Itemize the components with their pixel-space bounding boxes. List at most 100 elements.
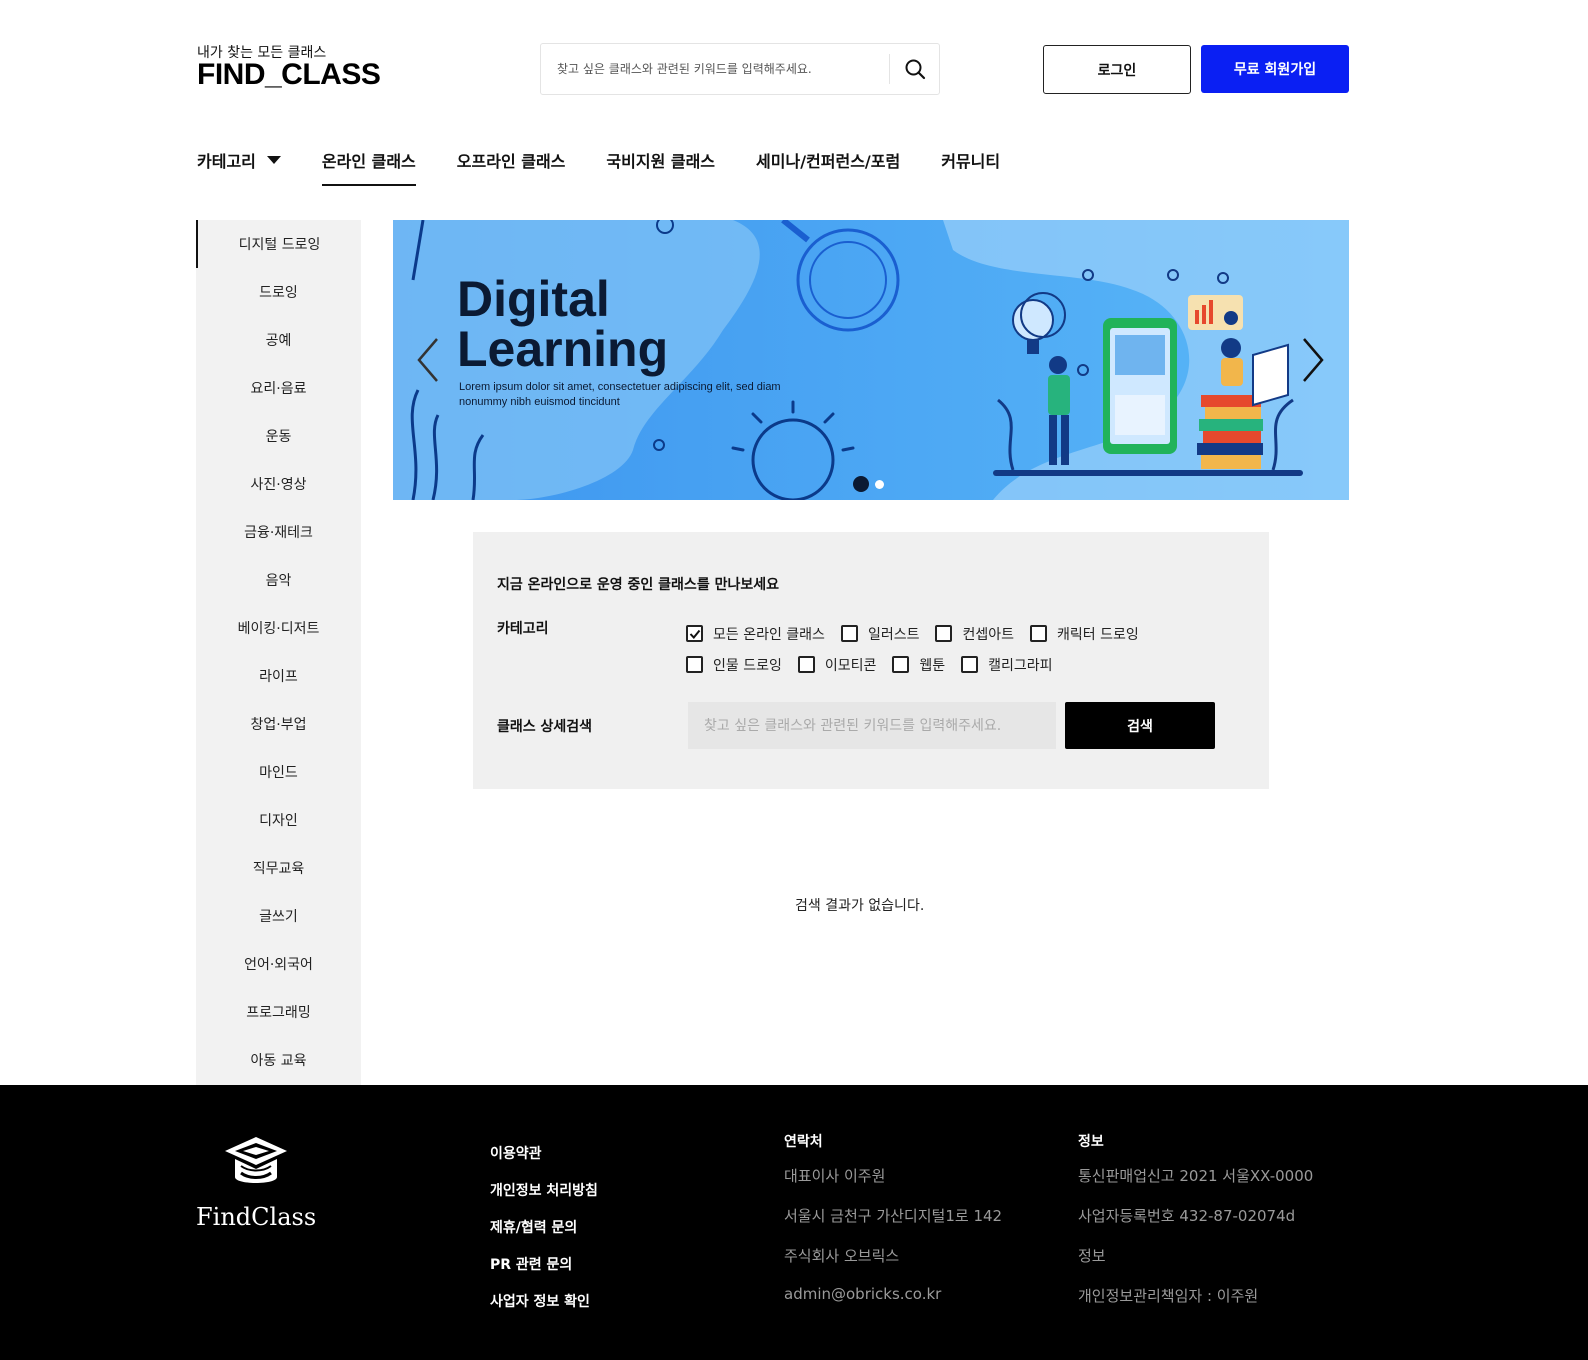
checkbox-unchecked[interactable]: [961, 656, 979, 673]
footer-contact-item: 대표이사 이주원: [784, 1167, 886, 1185]
footer-link-privacy[interactable]: 개인정보 처리방침: [490, 1180, 598, 1217]
login-button[interactable]: 로그인: [1043, 45, 1191, 94]
banner-title-line2: Learning: [457, 321, 669, 377]
chevron-left-icon: [417, 338, 438, 382]
hero-banner: Digital Learning Lorem ipsum dolor sit a…: [393, 220, 1349, 500]
banner-pagination: [853, 476, 890, 492]
checkbox-portrait-drawing[interactable]: 인물 드로잉: [686, 655, 782, 675]
detail-search-label: 클래스 상세검색: [497, 719, 593, 735]
signup-button[interactable]: 무료 회원가입: [1201, 45, 1349, 93]
footer-contact-item: 주식회사 오브릭스: [784, 1247, 900, 1265]
checkbox-calligraphy[interactable]: 캘리그라피: [961, 655, 1053, 675]
caret-down-icon: [266, 156, 281, 164]
sidebar-item-cooking[interactable]: 요리·음료: [196, 364, 361, 412]
sidebar-item-life[interactable]: 라이프: [196, 652, 361, 700]
footer-contact-email[interactable]: admin@obricks.co.kr: [784, 1285, 1002, 1325]
footer-link-pr[interactable]: PR 관련 문의: [490, 1254, 598, 1291]
checkbox-label: 모든 온라인 클래스: [713, 626, 825, 643]
sidebar-item-kids[interactable]: 아동 교육: [196, 1036, 361, 1084]
sidebar-item-language[interactable]: 언어·외국어: [196, 940, 361, 988]
empty-results-message: 검색 결과가 없습니다.: [795, 898, 925, 914]
checkbox-illustration[interactable]: 일러스트: [840, 624, 920, 644]
footer-logo[interactable]: FindClass: [196, 1133, 316, 1231]
detail-search-button[interactable]: 검색: [1065, 702, 1215, 749]
checkbox-unchecked[interactable]: [1030, 625, 1048, 642]
footer-info-item: 사업자등록번호 432-87-02074d: [1078, 1207, 1296, 1225]
nav-category-label: 카테고리: [197, 152, 256, 171]
sidebar-item-music[interactable]: 음악: [196, 556, 361, 604]
sidebar-item-programming[interactable]: 프로그래밍: [196, 988, 361, 1036]
footer-link-terms[interactable]: 이용약관: [490, 1143, 598, 1180]
footer-link-partnership[interactable]: 제휴/협력 문의: [490, 1217, 598, 1254]
search-icon: [905, 59, 926, 80]
site-footer: FindClass 이용약관 개인정보 처리방침 제휴/협력 문의 PR 관련 …: [0, 1085, 1588, 1360]
banner-prev-button[interactable]: [413, 335, 443, 385]
checkbox-webtoon[interactable]: 웹툰: [892, 655, 945, 675]
category-checkboxes: 모든 온라인 클래스 일러스트 컨셉아트 캐릭터 드로잉 인물 드로잉 이모티콘…: [686, 618, 1206, 680]
header-search-input[interactable]: [541, 44, 887, 94]
sidebar-item-finance[interactable]: 금융·재테크: [196, 508, 361, 556]
nav-seminar[interactable]: 세미나/컨퍼런스/포럼: [756, 148, 900, 184]
sidebar-item-digital-drawing[interactable]: 디지털 드로잉: [196, 220, 361, 268]
footer-info: 정보 통신판매업신고 2021 서울XX-0000 사업자등록번호 432-87…: [1078, 1131, 1313, 1325]
banner-next-button[interactable]: [1298, 335, 1328, 385]
footer-contact-title: 연락처: [784, 1134, 823, 1150]
footer-contact-item: 서울시 금천구 가산디지털1로 142: [784, 1207, 1003, 1225]
sidebar-item-craft[interactable]: 공예: [196, 316, 361, 364]
checkbox-label: 컨셉아트: [962, 626, 1015, 643]
checkbox-unchecked[interactable]: [797, 656, 815, 673]
detail-search-input[interactable]: [688, 702, 1056, 749]
header-search-button[interactable]: [891, 44, 939, 94]
checkbox-label: 캐릭터 드로잉: [1057, 626, 1139, 643]
footer-contact: 연락처 대표이사 이주원 서울시 금천구 가산디지털1로 142 주식회사 오브…: [784, 1131, 1002, 1325]
nav-community[interactable]: 커뮤니티: [941, 148, 1000, 184]
checkbox-label: 인물 드로잉: [713, 657, 782, 674]
banner-description: Lorem ipsum dolor sit amet, consectetuer…: [459, 381, 781, 408]
checkbox-label: 캘리그라피: [988, 657, 1053, 674]
category-sidebar: 디지털 드로잉 드로잉 공예 요리·음료 운동 사진·영상 금융·재테크 음악 …: [196, 220, 361, 1085]
sidebar-item-mind[interactable]: 마인드: [196, 748, 361, 796]
sidebar-item-exercise[interactable]: 운동: [196, 412, 361, 460]
site-header: 내가 찾는 모든 클래스 FIND_CLASS 로그인 무료 회원가입: [0, 0, 1588, 120]
site-logo[interactable]: FIND_CLASS: [197, 58, 381, 92]
graduation-cap-icon: [225, 1137, 287, 1183]
banner-dot-1[interactable]: [853, 476, 869, 492]
checkbox-all-online[interactable]: 모든 온라인 클래스: [686, 624, 825, 644]
nav-online-class[interactable]: 온라인 클래스: [321, 148, 416, 186]
sidebar-item-startup[interactable]: 창업·부업: [196, 700, 361, 748]
filter-category-label: 카테고리: [497, 621, 549, 637]
checkbox-unchecked[interactable]: [892, 656, 910, 673]
nav-government-class[interactable]: 국비지원 클래스: [606, 148, 715, 184]
main-nav: 카테고리 온라인 클래스 오프라인 클래스 국비지원 클래스 세미나/컨퍼런스/…: [197, 148, 1041, 188]
checkbox-row: 인물 드로잉 이모티콘 웹툰 캘리그라피: [686, 649, 1206, 680]
sidebar-item-writing[interactable]: 글쓰기: [196, 892, 361, 940]
filter-title: 지금 온라인으로 운영 중인 클래스를 만나보세요: [497, 577, 779, 593]
banner-dot-2[interactable]: [875, 479, 884, 489]
checkbox-unchecked[interactable]: [840, 625, 858, 642]
footer-links: 이용약관 개인정보 처리방침 제휴/협력 문의 PR 관련 문의 사업자 정보 …: [490, 1143, 598, 1328]
nav-category[interactable]: 카테고리: [197, 148, 281, 184]
checkbox-checked[interactable]: [686, 625, 703, 642]
checkbox-concept-art[interactable]: 컨셉아트: [935, 624, 1014, 644]
footer-info-item: 개인정보관리책임자 : 이주원: [1078, 1287, 1259, 1305]
header-search: [540, 43, 940, 95]
sidebar-item-photo-video[interactable]: 사진·영상: [196, 460, 361, 508]
checkbox-label: 일러스트: [867, 626, 920, 643]
banner-title-line1: Digital: [457, 271, 610, 327]
search-divider: [889, 54, 890, 84]
checkbox-unchecked[interactable]: [935, 625, 953, 642]
sidebar-item-drawing[interactable]: 드로잉: [196, 268, 361, 316]
checkbox-row: 모든 온라인 클래스 일러스트 컨셉아트 캐릭터 드로잉: [686, 618, 1206, 649]
sidebar-item-job-training[interactable]: 직무교육: [196, 844, 361, 892]
sidebar-item-baking[interactable]: 베이킹·디저트: [196, 604, 361, 652]
checkbox-label: 웹툰: [919, 657, 946, 674]
checkbox-unchecked[interactable]: [686, 656, 703, 673]
chevron-right-icon: [1303, 338, 1324, 382]
footer-link-business-info[interactable]: 사업자 정보 확인: [490, 1291, 598, 1328]
checkbox-character-drawing[interactable]: 캐릭터 드로잉: [1030, 624, 1139, 644]
checkbox-emoticon[interactable]: 이모티콘: [797, 655, 876, 675]
sidebar-item-design[interactable]: 디자인: [196, 796, 361, 844]
footer-info-item: 통신판매업신고 2021 서울XX-0000: [1078, 1167, 1314, 1185]
footer-info-title: 정보: [1078, 1134, 1104, 1150]
nav-offline-class[interactable]: 오프라인 클래스: [457, 148, 566, 184]
